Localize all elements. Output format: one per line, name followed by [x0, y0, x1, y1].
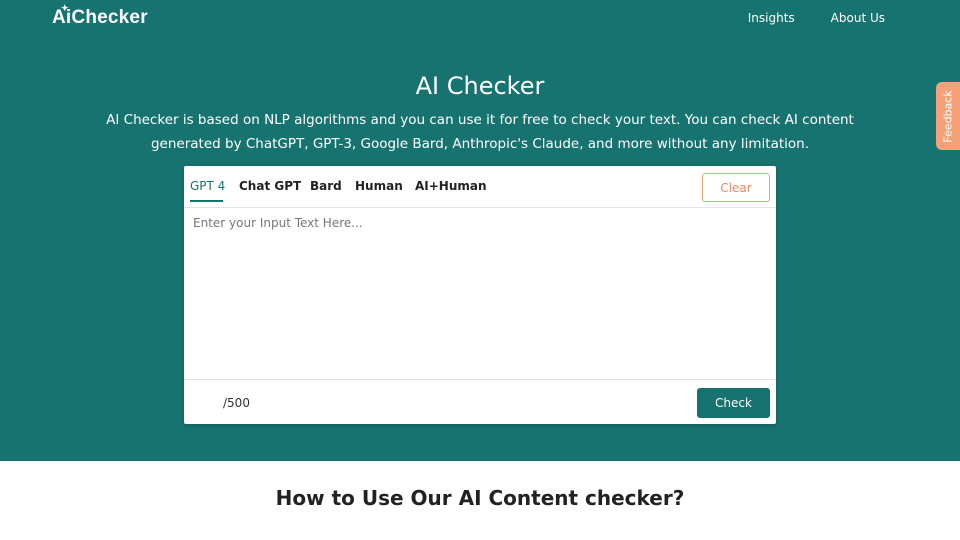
tab-gpt-4[interactable]: GPT 4: [190, 179, 225, 193]
model-tabs: GPT 4 Chat GPT Bard Human AI+Human Clear: [184, 166, 776, 208]
check-button[interactable]: Check: [697, 388, 770, 418]
how-to-section-title: How to Use Our AI Content checker?: [275, 486, 685, 510]
logo[interactable]: Ai ✦ Checker: [52, 3, 148, 29]
clear-button[interactable]: Clear: [702, 173, 770, 202]
tab-ai-human[interactable]: AI+Human: [415, 179, 487, 193]
nav-insights[interactable]: Insights: [748, 11, 795, 25]
page-title: AI Checker: [415, 72, 545, 100]
feedback-label: Feedback: [941, 89, 955, 143]
active-tab-indicator: [190, 200, 223, 202]
nav-about-us[interactable]: About Us: [831, 11, 885, 25]
feedback-tab[interactable]: Feedback: [936, 82, 960, 150]
logo-ai-mark: Ai ✦: [52, 3, 71, 29]
tab-human[interactable]: Human: [355, 179, 403, 193]
text-input[interactable]: [184, 209, 776, 380]
sparkle-icon: ✦: [61, 3, 69, 13]
character-counter: /500: [223, 396, 250, 410]
hero-section: Ai ✦ Checker Insights About Us AI Checke…: [0, 0, 960, 461]
checker-card: GPT 4 Chat GPT Bard Human AI+Human Clear…: [184, 166, 776, 424]
page-description: AI Checker is based on NLP algorithms an…: [106, 112, 854, 152]
tab-bard[interactable]: Bard: [310, 179, 342, 193]
tab-chat-gpt[interactable]: Chat GPT: [239, 179, 301, 193]
top-nav: Insights About Us: [748, 11, 885, 25]
logo-suffix: Checker: [71, 7, 148, 28]
